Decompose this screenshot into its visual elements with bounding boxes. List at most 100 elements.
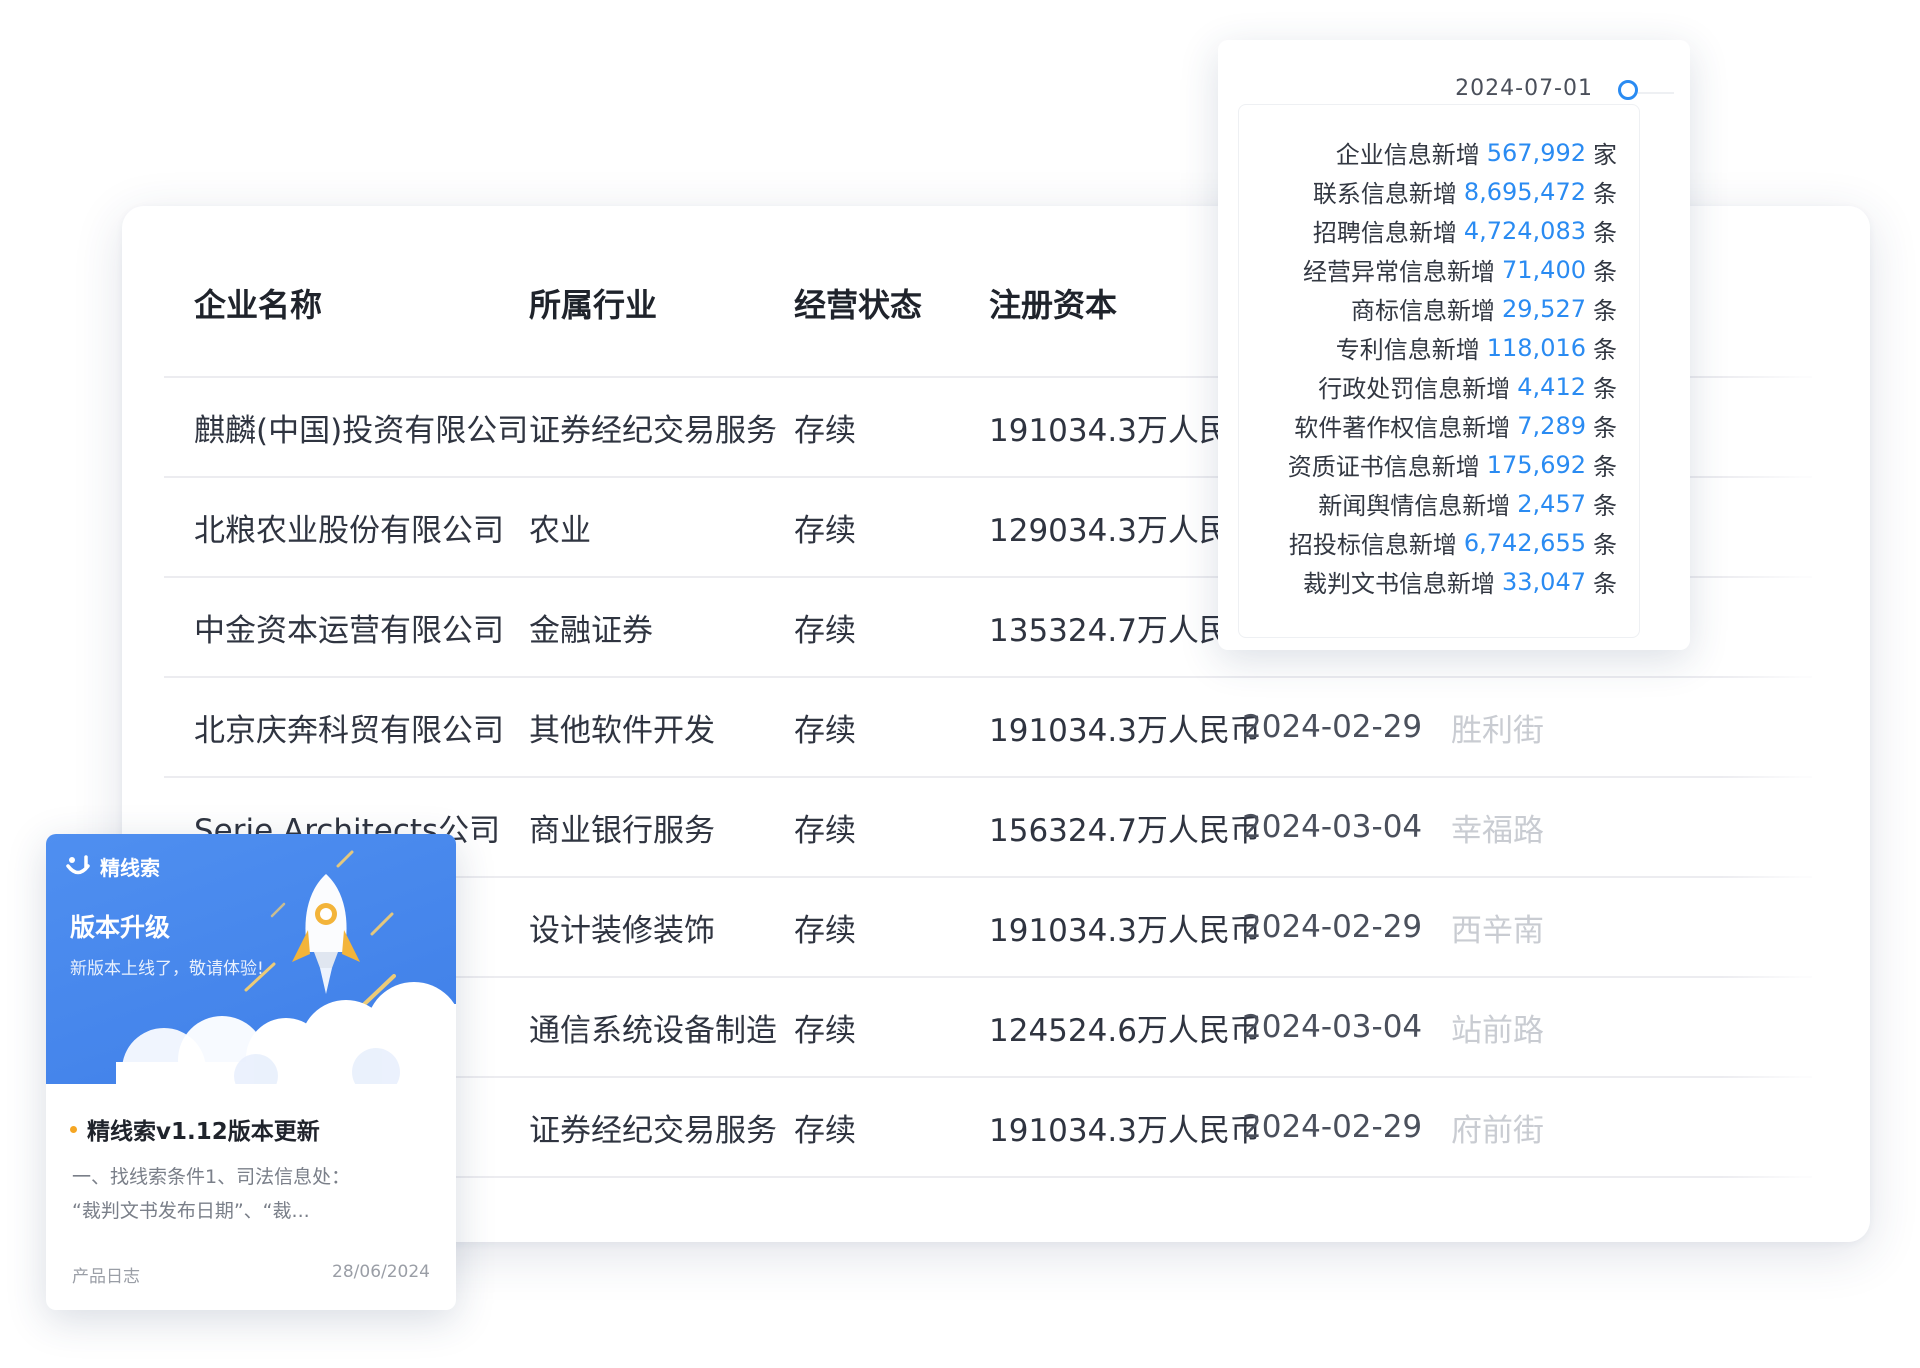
- stat-unit: 条: [1593, 258, 1617, 286]
- screen: 企业名称所属行业经营状态注册资本成立日期通讯地址麒麟(中国)投资有限公司证券经纪…: [0, 0, 1920, 1368]
- cell-capital: 156324.7万人民币: [989, 812, 1261, 849]
- tooltip-stat-row: 企业信息新增 567,992 家: [1336, 133, 1617, 172]
- stat-value: 4,724,083: [1463, 216, 1586, 245]
- column-header-capital[interactable]: 注册资本: [989, 206, 1117, 376]
- update-desc-line: 一、找线索条件1、司法信息处：: [72, 1166, 351, 1188]
- update-footer: 产品日志 28/06/2024: [72, 1262, 430, 1287]
- stat-value: 29,527: [1502, 294, 1586, 323]
- cell-industry: 商业银行服务: [529, 812, 715, 849]
- cell-date: 2024-02-29: [1242, 909, 1423, 945]
- stat-label: 经营异常信息新增: [1303, 258, 1496, 286]
- cell-date: 2024-03-04: [1242, 1009, 1423, 1045]
- cell-company-name: 北粮农业股份有限公司: [194, 512, 504, 549]
- cell-industry: 金融证券: [529, 612, 653, 649]
- cell-status: 存续: [794, 512, 856, 549]
- stat-unit: 家: [1593, 141, 1617, 169]
- update-description: 一、找线索条件1、司法信息处： “裁判文书发布日期”、“裁...: [72, 1160, 432, 1228]
- stat-unit: 条: [1593, 531, 1617, 559]
- update-title[interactable]: 精线索v1.12版本更新: [70, 1112, 320, 1146]
- update-date: 28/06/2024: [332, 1262, 430, 1282]
- cell-capital: 191034.3万人民币: [989, 712, 1261, 749]
- column-header-company-name[interactable]: 企业名称: [194, 206, 322, 376]
- cell-industry: 设计装修装饰: [529, 912, 715, 949]
- stat-label: 新闻舆情信息新增: [1318, 492, 1511, 520]
- cell-status: 存续: [794, 612, 856, 649]
- column-header-status[interactable]: 经营状态: [794, 206, 922, 376]
- tooltip-stat-row: 经营异常信息新增 71,400 条: [1303, 250, 1617, 289]
- cell-status: 存续: [794, 412, 856, 449]
- cell-date: 2024-03-04: [1242, 809, 1423, 845]
- rocket-icon: [292, 874, 360, 994]
- tooltip-stat-row: 裁判文书信息新增 33,047 条: [1303, 562, 1617, 601]
- stat-label: 行政处罚信息新增: [1318, 375, 1511, 403]
- stat-unit: 条: [1593, 180, 1617, 208]
- cell-address: 府前街: [1451, 1112, 1544, 1149]
- bullet-dot-icon: [70, 1125, 77, 1133]
- cell-capital: 191034.3万人民币: [989, 1112, 1261, 1149]
- cell-date: 2024-02-29: [1242, 1109, 1423, 1145]
- stat-value: 8,695,472: [1463, 177, 1586, 206]
- cell-address: 西辛南: [1451, 912, 1544, 949]
- stat-value: 4,412: [1517, 372, 1586, 401]
- stat-unit: 条: [1593, 414, 1617, 442]
- tooltip-stat-row: 新闻舆情信息新增 2,457 条: [1318, 484, 1617, 523]
- column-header-industry[interactable]: 所属行业: [529, 206, 657, 376]
- cell-date: 2024-02-29: [1242, 709, 1423, 745]
- stat-label: 招聘信息新增: [1312, 219, 1457, 247]
- tooltip-stat-row: 行政处罚信息新增 4,412 条: [1318, 367, 1617, 406]
- stat-value: 6,742,655: [1463, 528, 1586, 557]
- timeline-dot-icon: [1618, 80, 1638, 100]
- cell-address: 胜利街: [1451, 712, 1544, 749]
- cell-company-name: 麒麟(中国)投资有限公司: [194, 412, 529, 449]
- cell-industry: 通信系统设备制造: [529, 1012, 777, 1049]
- stat-label: 商标信息新增: [1351, 297, 1496, 325]
- cell-industry: 证券经纪交易服务: [529, 412, 777, 449]
- update-title-text: 精线索v1.12版本更新: [87, 1119, 320, 1145]
- tooltip-stat-row: 专利信息新增 118,016 条: [1336, 328, 1617, 367]
- tooltip-stats-list: 企业信息新增 567,992 家联系信息新增 8,695,472 条招聘信息新增 4,72…: [1238, 104, 1640, 638]
- stat-value: 7,289: [1517, 411, 1586, 440]
- cell-industry: 农业: [529, 512, 591, 549]
- stat-label: 软件著作权信息新增: [1294, 414, 1511, 442]
- cell-status: 存续: [794, 812, 856, 849]
- cell-address: 幸福路: [1451, 812, 1544, 849]
- tooltip-date: 2024-07-01: [1455, 76, 1593, 101]
- version-update-card[interactable]: 精线索 版本升级 新版本上线了，敬请体验! 精线索v1.12版本更新 一、找线索…: [46, 834, 456, 1310]
- stat-unit: 条: [1593, 492, 1617, 520]
- cell-industry: 其他软件开发: [529, 712, 715, 749]
- tooltip-stat-row: 招投标信息新增 6,742,655 条: [1289, 523, 1617, 562]
- update-desc-line: “裁判文书发布日期”、“裁...: [72, 1200, 310, 1222]
- stat-label: 专利信息新增: [1335, 336, 1480, 364]
- tooltip-stat-row: 商标信息新增 29,527 条: [1351, 289, 1617, 328]
- cell-status: 存续: [794, 1112, 856, 1149]
- stats-tooltip: 2024-07-01 企业信息新增 567,992 家联系信息新增 8,695,472…: [1218, 40, 1690, 650]
- cell-status: 存续: [794, 712, 856, 749]
- brand-name: 精线索: [100, 856, 160, 880]
- timeline-line: [1638, 92, 1674, 94]
- stat-value: 175,692: [1486, 450, 1586, 479]
- cell-company-name: 中金资本运营有限公司: [194, 612, 504, 649]
- table-row[interactable]: 北京庆奔科贸有限公司 其他软件开发 存续 191034.3万人民币 2024-02-29…: [164, 678, 1812, 778]
- smile-logo-icon: [66, 854, 90, 874]
- stat-value: 71,400: [1502, 255, 1586, 284]
- cell-capital: 124524.6万人民币: [989, 1012, 1261, 1049]
- stat-value: 33,047: [1502, 567, 1586, 596]
- stat-label: 招投标信息新增: [1288, 531, 1457, 559]
- tooltip-stat-row: 联系信息新增 8,695,472 条: [1313, 172, 1617, 211]
- stat-unit: 条: [1593, 375, 1617, 403]
- tooltip-stat-row: 软件著作权信息新增 7,289 条: [1294, 406, 1617, 445]
- stat-label: 资质证书信息新增: [1287, 453, 1480, 481]
- cell-status: 存续: [794, 1012, 856, 1049]
- stat-unit: 条: [1593, 336, 1617, 364]
- update-category: 产品日志: [72, 1267, 140, 1287]
- stat-label: 企业信息新增: [1335, 141, 1480, 169]
- banner-title: 版本升级: [70, 913, 171, 942]
- stat-unit: 条: [1593, 219, 1617, 247]
- stat-label: 联系信息新增: [1312, 180, 1457, 208]
- stat-unit: 条: [1593, 297, 1617, 325]
- cell-industry: 证券经纪交易服务: [529, 1112, 777, 1149]
- cell-capital: 191034.3万人民币: [989, 912, 1261, 949]
- stat-value: 567,992: [1486, 138, 1586, 167]
- stat-unit: 条: [1593, 570, 1617, 598]
- cell-status: 存续: [794, 912, 856, 949]
